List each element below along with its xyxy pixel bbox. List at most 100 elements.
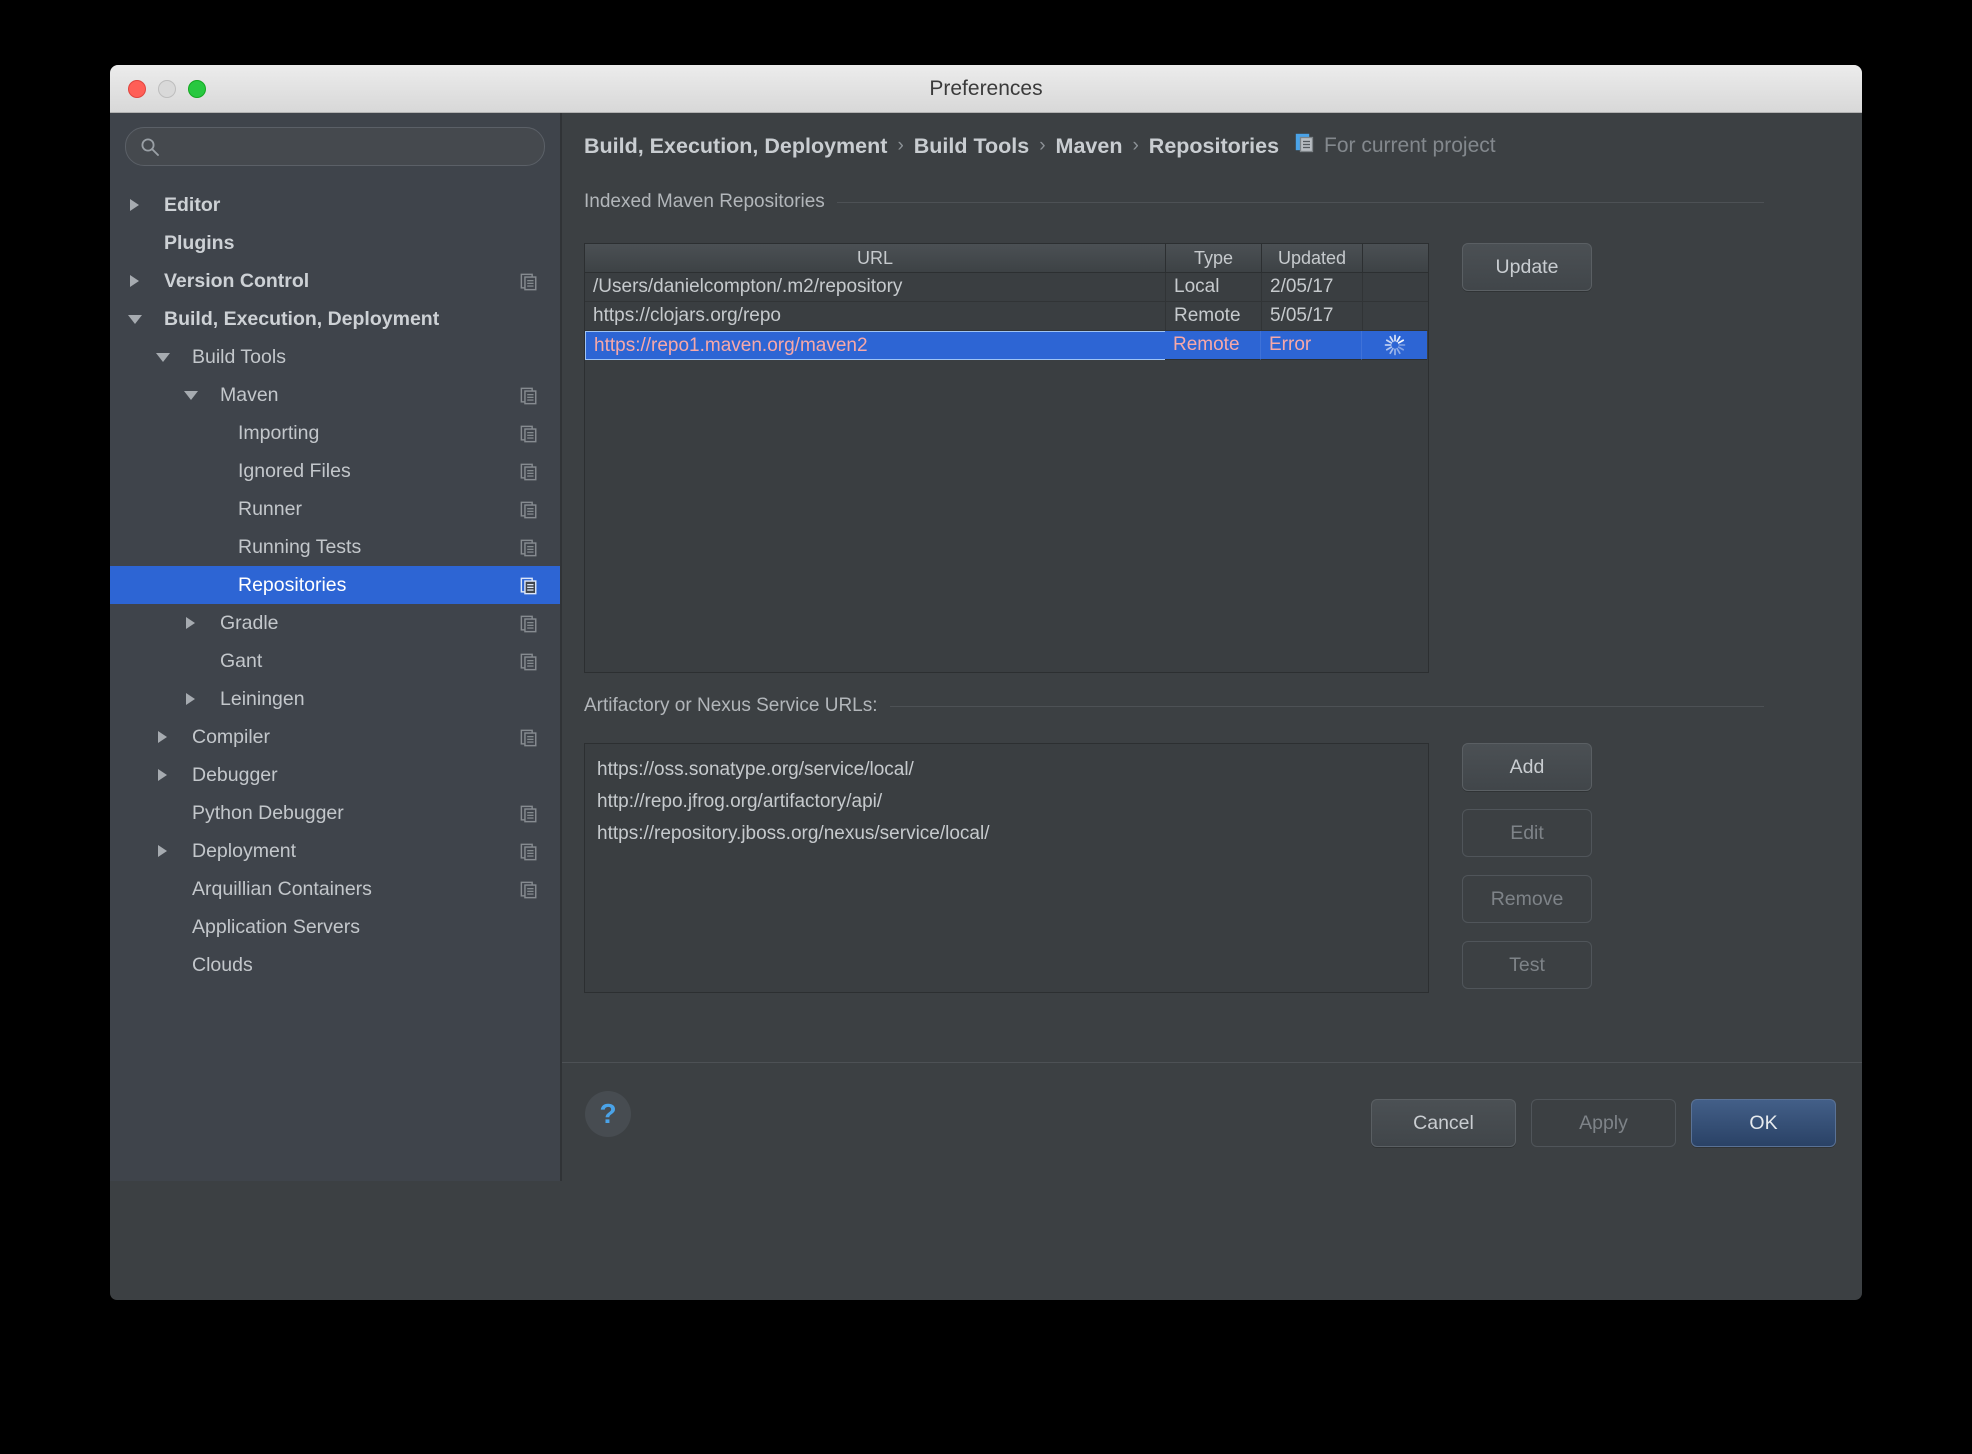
project-scope-copy-icon [520,425,538,449]
project-scope-icon [1295,133,1315,159]
project-scope-copy-icon [520,577,538,601]
chevron-right-icon[interactable] [186,616,195,629]
table-row[interactable]: /Users/danielcompton/.m2/repository Local… [585,273,1428,302]
sidebar-item-label: Running Tests [238,535,362,558]
chevron-right-icon[interactable] [130,274,139,287]
update-button[interactable]: Update [1462,243,1592,291]
sidebar-item-label: Build Tools [192,345,286,368]
sidebar-item-editor[interactable]: Editor [110,186,560,224]
chevron-down-icon[interactable] [184,391,198,400]
breadcrumb-part[interactable]: Build, Execution, Deployment [584,134,887,159]
sidebar-item-arquillian-containers[interactable]: Arquillian Containers [110,870,560,908]
sidebar-item-leiningen[interactable]: Leiningen [110,680,560,718]
service-url-item[interactable]: http://repo.jfrog.org/artifactory/api/ [597,786,1416,818]
add-button[interactable]: Add [1462,743,1592,791]
settings-sidebar: Editor Plugins Version Control Build, Execu… [110,113,562,1181]
table-column-header[interactable] [1363,244,1428,273]
sidebar-item-ignored-files[interactable]: Ignored Files [110,452,560,490]
repository-url-cell[interactable]: https://repo1.maven.org/maven2 [585,331,1166,360]
breadcrumb-part[interactable]: Build Tools [914,134,1029,159]
section-divider-rule [836,201,1764,203]
repository-type-cell: Remote [1166,302,1262,331]
sidebar-item-label: Version Control [164,269,310,292]
service-url-item[interactable]: https://oss.sonatype.org/service/local/ [597,754,1416,786]
service-urls-list[interactable]: https://oss.sonatype.org/service/local/h… [584,743,1429,993]
sidebar-item-runner[interactable]: Runner [110,490,560,528]
indexed-repositories-table[interactable]: URL Type Updated /Users/danielcompton/.m2/… [584,243,1429,673]
sidebar-item-application-servers[interactable]: Application Servers [110,908,560,946]
search-box[interactable] [125,127,545,166]
sidebar-item-clouds[interactable]: Clouds [110,946,560,984]
window-titlebar: Preferences [110,65,1862,113]
chevron-right-icon[interactable] [186,692,195,705]
loading-spinner-icon [1362,331,1427,360]
sidebar-item-running-tests[interactable]: Running Tests [110,528,560,566]
breadcrumb-part[interactable]: Maven [1056,134,1123,159]
ok-button[interactable]: OK [1691,1099,1836,1147]
search-container [110,113,560,176]
breadcrumb-separator: › [1132,135,1139,156]
dialog-footer: ? Cancel Apply OK [562,1062,1862,1181]
sidebar-item-importing[interactable]: Importing [110,414,560,452]
chevron-right-icon[interactable] [158,768,167,781]
sidebar-item-label: Maven [220,383,279,406]
sidebar-item-build-execution-deployment[interactable]: Build, Execution, Deployment [110,300,560,338]
sidebar-item-repositories[interactable]: Repositories [110,566,560,604]
window-content: Editor Plugins Version Control Build, Execu… [110,113,1862,1181]
chevron-right-icon[interactable] [158,844,167,857]
repository-type-cell: Remote [1165,331,1261,360]
test-button[interactable]: Test [1462,941,1592,989]
chevron-right-icon[interactable] [158,730,167,743]
sidebar-item-python-debugger[interactable]: Python Debugger [110,794,560,832]
table-row[interactable]: https://repo1.maven.org/maven2 Remote Erro… [585,331,1428,360]
sidebar-item-build-tools[interactable]: Build Tools [110,338,560,376]
chevron-down-icon[interactable] [128,315,142,324]
edit-button[interactable]: Edit [1462,809,1592,857]
sidebar-item-label: Leiningen [220,687,305,710]
sidebar-item-compiler[interactable]: Compiler [110,718,560,756]
search-input[interactable] [168,128,532,165]
indexed-repositories-section-header: Indexed Maven Repositories [584,191,1764,213]
breadcrumb-separator: › [1039,135,1046,156]
project-scope-copy-icon [520,539,538,563]
sidebar-item-deployment[interactable]: Deployment [110,832,560,870]
project-scope-copy-icon [520,273,538,297]
table-column-header[interactable]: URL [585,244,1166,273]
repository-url-cell[interactable]: https://clojars.org/repo [585,302,1166,331]
repository-url-cell[interactable]: /Users/danielcompton/.m2/repository [585,273,1166,302]
project-scope-copy-icon [520,843,538,867]
sidebar-item-label: Compiler [192,725,271,748]
project-scope-text: For current project [1324,134,1496,157]
table-column-header[interactable]: Type [1166,244,1262,273]
sidebar-item-label: Gant [220,649,263,672]
project-scope-copy-icon [520,805,538,829]
service-url-item[interactable]: https://repository.jboss.org/nexus/servi… [597,818,1416,850]
project-scope-label: For current project [1295,133,1496,159]
chevron-down-icon[interactable] [156,353,170,362]
breadcrumb-part[interactable]: Repositories [1149,134,1279,159]
table-header-row: URL Type Updated [585,244,1428,273]
sidebar-item-plugins[interactable]: Plugins [110,224,560,262]
cancel-button[interactable]: Cancel [1371,1099,1516,1147]
remove-button[interactable]: Remove [1462,875,1592,923]
sidebar-item-gradle[interactable]: Gradle [110,604,560,642]
project-scope-copy-icon [520,881,538,905]
help-button[interactable]: ? [585,1091,631,1137]
sidebar-item-label: Deployment [192,839,297,862]
repository-status-cell [1363,302,1428,331]
table-row[interactable]: https://clojars.org/repo Remote 5/05/17 [585,302,1428,331]
table-column-header[interactable]: Updated [1262,244,1363,273]
preferences-window: Preferences Editor Plugins Version Control… [110,65,1862,1300]
sidebar-item-gant[interactable]: Gant [110,642,560,680]
sidebar-item-label: Gradle [220,611,279,634]
chevron-right-icon[interactable] [130,198,139,211]
settings-main-panel: Build, Execution, Deployment › Build Tools… [562,113,1862,1181]
sidebar-item-debugger[interactable]: Debugger [110,756,560,794]
table-body: /Users/danielcompton/.m2/repository Local… [585,273,1428,360]
project-scope-copy-icon [520,729,538,753]
sidebar-item-version-control[interactable]: Version Control [110,262,560,300]
apply-button[interactable]: Apply [1531,1099,1676,1147]
repository-status-cell [1363,273,1428,302]
repository-updated-cell: Error [1261,331,1362,360]
sidebar-item-maven[interactable]: Maven [110,376,560,414]
